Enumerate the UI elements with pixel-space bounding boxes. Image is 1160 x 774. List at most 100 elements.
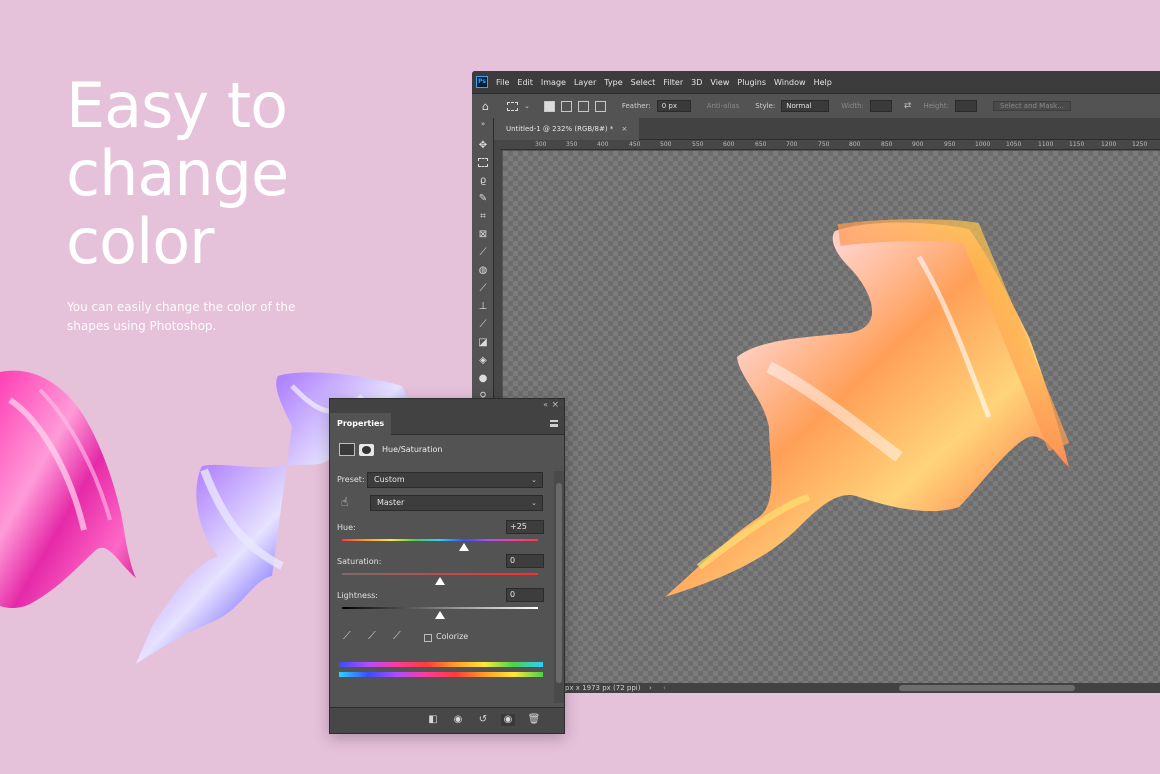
saturation-slider-thumb[interactable] (435, 577, 445, 585)
menu-file[interactable]: File (496, 78, 509, 87)
ruler-tick: 1050 (1006, 141, 1022, 148)
preset-select[interactable]: Custom ⌄ (367, 472, 543, 488)
status-arrow-icon[interactable]: › (649, 683, 652, 693)
menu-select[interactable]: Select (631, 78, 656, 87)
options-bar: ⌂ ⌄ Feather: 0 px Anti-alias Style: Norm… (472, 93, 1160, 118)
hero-subtitle: You can easily change the color of the s… (67, 300, 296, 333)
eraser-icon[interactable]: ◪ (477, 337, 489, 349)
width-input[interactable] (869, 100, 892, 112)
channel-select[interactable]: Master ⌄ (370, 495, 543, 511)
ruler-tick: 600 (723, 141, 735, 148)
eyedropper-plus-icon[interactable]: ⟋ (368, 629, 376, 643)
subtract-selection-icon[interactable] (577, 100, 589, 112)
saturation-input[interactable]: 0 (506, 554, 544, 568)
clip-to-layer-icon[interactable]: ◧ (426, 714, 440, 726)
select-and-mask-button[interactable]: Select and Mask... (992, 101, 1071, 111)
ruler-tick: 550 (692, 141, 704, 148)
marquee-preset-icon[interactable] (506, 101, 518, 111)
adjustment-header: Hue/Saturation (339, 443, 442, 456)
document-canvas[interactable] (503, 151, 1160, 683)
properties-tab[interactable]: Properties (330, 413, 392, 435)
ruler-tick: 1250 (1132, 141, 1148, 148)
saturation-slider-track[interactable] (342, 573, 538, 575)
menu-filter[interactable]: Filter (663, 78, 683, 87)
menu-view[interactable]: View (710, 78, 729, 87)
ruler-tick: 500 (660, 141, 672, 148)
ruler-tick: 900 (912, 141, 924, 148)
stamp-icon[interactable]: ⊥ (477, 301, 489, 313)
brush-icon[interactable]: ⟋ (477, 283, 489, 295)
ruler-tick: 1000 (975, 141, 991, 148)
menu-type[interactable]: Type (604, 78, 622, 87)
marquee-icon[interactable] (478, 158, 488, 167)
feather-input[interactable]: 0 px (656, 100, 691, 112)
orange-shape-image (665, 219, 1070, 597)
close-tab-icon[interactable]: × (622, 125, 628, 133)
close-panel-icon[interactable]: × (551, 400, 559, 410)
document-tab-label: Untitled-1 @ 232% (RGB/8#) * (506, 125, 614, 133)
crop-icon[interactable]: ⌗ (477, 211, 489, 223)
result-spectrum-bar (339, 672, 543, 677)
paint-bucket-icon[interactable]: ◈ (477, 355, 489, 367)
eyedropper-minus-icon[interactable]: ⟋ (393, 629, 401, 643)
lightness-slider-track[interactable] (342, 607, 538, 609)
hue-input[interactable]: +25 (506, 520, 544, 534)
anti-alias-checkbox[interactable]: Anti-alias (707, 102, 740, 110)
hue-slider-track[interactable] (342, 539, 538, 541)
healing-icon[interactable]: ◍ (477, 265, 489, 277)
visibility-eye-icon[interactable]: ◉ (501, 714, 515, 726)
lightness-slider-thumb[interactable] (435, 611, 445, 619)
eyedropper-icon[interactable]: ⟋ (477, 247, 489, 259)
ruler-tick: 650 (755, 141, 767, 148)
new-selection-icon[interactable] (543, 100, 555, 112)
scroll-left-icon[interactable]: ‹ (663, 683, 666, 693)
panel-tab-row: Properties (330, 413, 564, 435)
eyedropper-icon[interactable]: ⟋ (343, 629, 351, 643)
menu-image[interactable]: Image (541, 78, 566, 87)
collapse-panel-icon[interactable]: « (543, 400, 548, 409)
frame-icon[interactable]: ⊠ (477, 229, 489, 241)
chevron-down-icon: ⌄ (531, 499, 537, 507)
menu-layer[interactable]: Layer (574, 78, 596, 87)
swap-icon[interactable]: ⇄ (904, 101, 912, 111)
document-tab[interactable]: Untitled-1 @ 232% (RGB/8#) * × (494, 118, 640, 140)
quick-select-icon[interactable]: ✎ (477, 193, 489, 205)
hero-title: Easy to change color (66, 69, 289, 278)
pink-shape-image (0, 370, 136, 608)
menu-plugins[interactable]: Plugins (737, 78, 766, 87)
horizontal-scrollbar[interactable] (899, 685, 1075, 691)
panel-scrollbar-thumb[interactable] (556, 483, 562, 683)
lightness-input[interactable]: 0 (506, 588, 544, 602)
blur-icon[interactable]: ● (477, 373, 489, 385)
hue-slider-thumb[interactable] (459, 543, 469, 551)
height-input[interactable] (954, 100, 977, 112)
intersect-selection-icon[interactable] (594, 100, 606, 112)
properties-panel: « × Properties Hue/Saturation Preset: Cu… (329, 398, 565, 734)
photoshop-logo: Ps (476, 76, 488, 88)
photoshop-window: Ps File Edit Image Layer Type Select Fil… (472, 71, 1160, 693)
menu-3d[interactable]: 3D (691, 78, 702, 87)
colorize-checkbox[interactable] (424, 634, 432, 642)
history-brush-icon[interactable]: ⟋ (477, 319, 489, 331)
ruler-tick: 800 (849, 141, 861, 148)
adjustment-layer-icon[interactable] (339, 443, 355, 456)
trash-icon[interactable]: 🗑 (527, 714, 541, 726)
panel-collapse-icon[interactable]: » (477, 118, 489, 130)
add-selection-icon[interactable] (560, 100, 572, 112)
home-icon[interactable]: ⌂ (482, 100, 489, 113)
reset-icon[interactable]: ↺ (476, 714, 490, 726)
style-select[interactable]: Normal (781, 100, 830, 112)
panel-scrollbar[interactable] (554, 471, 564, 703)
layer-mask-icon[interactable] (359, 443, 374, 456)
menu-window[interactable]: Window (774, 78, 806, 87)
view-previous-state-icon[interactable]: ◉ (451, 714, 465, 726)
lasso-icon[interactable]: ϱ (477, 175, 489, 187)
saturation-label: Saturation: (337, 557, 382, 566)
menu-edit[interactable]: Edit (517, 78, 533, 87)
panel-header-strip: « × (330, 399, 564, 413)
targeted-adjustment-hand-icon[interactable]: ☝ (341, 495, 348, 509)
move-icon[interactable]: ✥ (477, 140, 489, 152)
panel-menu-icon[interactable] (550, 420, 558, 427)
chevron-down-icon[interactable]: ⌄ (524, 102, 530, 110)
menu-help[interactable]: Help (814, 78, 832, 87)
